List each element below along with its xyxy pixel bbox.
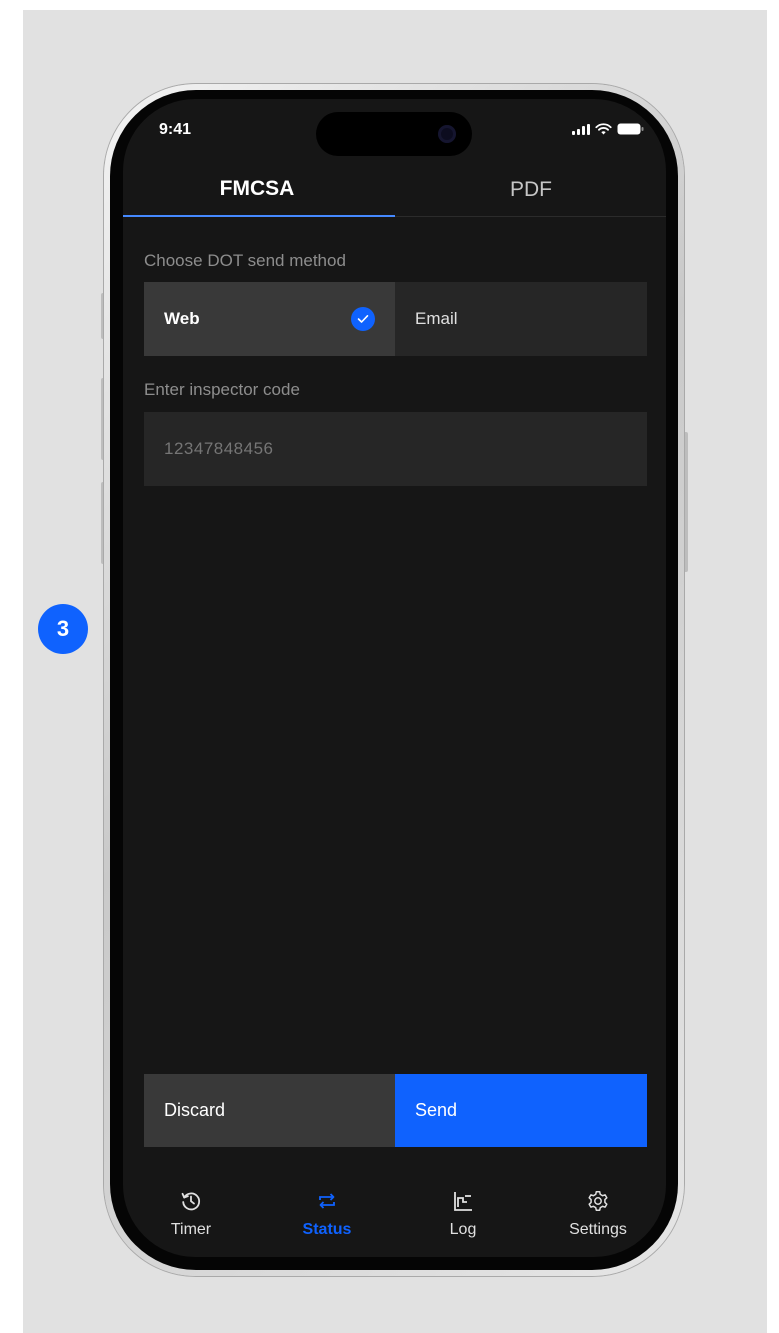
cellular-signal-icon <box>572 124 590 135</box>
report-tabs: FMCSA PDF <box>123 163 666 217</box>
method-option-email-label: Email <box>415 309 458 328</box>
tab-pdf-label: PDF <box>510 178 552 201</box>
tab-fmcsa[interactable]: FMCSA <box>123 163 395 217</box>
send-method-selector: Web Email <box>144 282 647 356</box>
status-time: 9:41 <box>159 121 192 138</box>
camera-icon <box>438 125 456 143</box>
checkmark-circle-icon <box>351 307 375 331</box>
dynamic-island <box>316 112 472 156</box>
inspector-code-input[interactable] <box>144 412 647 486</box>
nav-item-log[interactable]: Log <box>413 1189 513 1239</box>
tab-fmcsa-label: FMCSA <box>219 177 295 200</box>
bottom-navigation: Timer Status Log Settings <box>123 1179 666 1257</box>
nav-item-status-label: Status <box>302 1221 352 1238</box>
method-option-web-label: Web <box>164 309 200 328</box>
method-option-email[interactable]: Email <box>395 282 647 356</box>
discard-button[interactable]: Discard <box>144 1074 395 1147</box>
battery-icon <box>617 123 644 135</box>
nav-item-log-label: Log <box>449 1221 477 1238</box>
inspector-code-label: Enter inspector code <box>144 380 300 399</box>
nav-item-settings[interactable]: Settings <box>548 1189 648 1239</box>
method-option-web[interactable]: Web <box>144 282 395 356</box>
nav-item-timer-label: Timer <box>170 1221 212 1238</box>
tab-pdf[interactable]: PDF <box>395 163 666 217</box>
status-bar: 9:41 <box>123 99 666 163</box>
nav-item-status[interactable]: Status <box>277 1189 377 1239</box>
status-icons <box>572 123 644 135</box>
action-buttons: Discard Send <box>144 1074 647 1147</box>
nav-item-timer[interactable]: Timer <box>141 1189 241 1239</box>
send-method-label: Choose DOT send method <box>144 251 346 270</box>
wifi-icon <box>595 123 612 135</box>
gear-icon <box>588 1191 608 1211</box>
nav-item-settings-label: Settings <box>569 1221 627 1238</box>
swap-arrows-icon <box>319 1193 335 1209</box>
clock-history-icon <box>181 1192 201 1211</box>
step-badge: 3 <box>38 604 88 654</box>
phone-screen: 9:41 FMCSA PDF Choose DOT send method We… <box>123 99 666 1257</box>
send-button[interactable]: Send <box>395 1074 647 1147</box>
log-chart-icon <box>454 1192 472 1211</box>
